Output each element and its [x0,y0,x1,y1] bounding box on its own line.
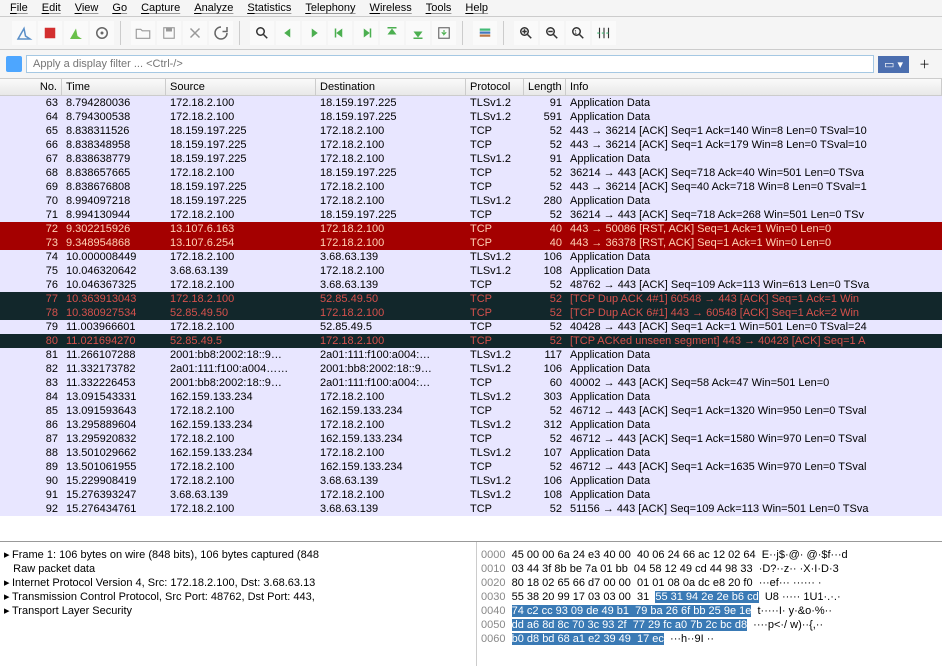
menu-go[interactable]: Go [112,2,127,14]
packet-list-header: No. Time Source Destination Protocol Len… [0,79,942,96]
packet-row[interactable]: 688.838657665172.18.2.10018.159.197.225T… [0,166,942,180]
apply-filter-button[interactable]: ▭ ▾ [878,56,909,73]
close-icon[interactable] [183,21,207,45]
bottom-panels: ▸Frame 1: 106 bytes on wire (848 bits), … [0,541,942,666]
find-icon[interactable] [250,21,274,45]
packet-row[interactable]: 9115.2763932473.68.63.139172.18.2.100TLS… [0,488,942,502]
toolbar: 1 [0,17,942,50]
menu-tools[interactable]: Tools [426,2,452,14]
hex-row[interactable]: 0040 74 c2 cc 93 09 de 49 b1 79 ba 26 6f… [481,604,938,618]
bookmark-icon[interactable] [6,56,22,72]
packet-row[interactable]: 7911.003966601172.18.2.10052.85.49.5TCP5… [0,320,942,334]
packet-row[interactable]: 718.994130944172.18.2.10018.159.197.225T… [0,208,942,222]
hex-dump[interactable]: 0000 45 00 00 6a 24 e3 40 00 40 06 24 66… [477,542,942,666]
zoom-reset-icon[interactable]: 1 [566,21,590,45]
tree-item[interactable]: ▸Transmission Control Protocol, Src Port… [4,590,472,604]
tree-item[interactable]: ▸Frame 1: 106 bytes on wire (848 bits), … [4,548,472,562]
hex-row[interactable]: 0030 55 38 20 99 17 03 03 00 31 55 31 94… [481,590,938,604]
packet-row[interactable]: 8513.091593643172.18.2.100162.159.133.23… [0,404,942,418]
menu-edit[interactable]: Edit [42,2,61,14]
reload-icon[interactable] [209,21,233,45]
zoom-in-icon[interactable] [514,21,538,45]
col-time[interactable]: Time [62,79,166,95]
menu-file[interactable]: File [10,2,28,14]
menubar: File Edit View Go Capture Analyze Statistics Te… [0,0,942,17]
hex-row[interactable]: 0050 dd a6 8d 8c 70 3c 93 2f 77 29 fc a0… [481,618,938,632]
tree-item[interactable]: Raw packet data [4,562,472,576]
display-filter-input[interactable] [26,55,874,73]
hex-row[interactable]: 0000 45 00 00 6a 24 e3 40 00 40 06 24 66… [481,548,938,562]
packet-row[interactable]: 7610.046367325172.18.2.1003.68.63.139TCP… [0,278,942,292]
hex-row[interactable]: 0010 03 44 3f 8b be 7a 01 bb 04 58 12 49… [481,562,938,576]
filter-plus-button[interactable]: ＋ [913,54,936,74]
packet-row[interactable]: 648.794300538172.18.2.10018.159.197.225T… [0,110,942,124]
packet-row[interactable]: 729.30221592613.107.6.163172.18.2.100TCP… [0,222,942,236]
packet-row[interactable]: 8913.501061955172.18.2.100162.159.133.23… [0,460,942,474]
menu-capture[interactable]: Capture [141,2,180,14]
packet-list-body[interactable]: 638.794280036172.18.2.10018.159.197.225T… [0,96,942,541]
packet-row[interactable]: 678.83863877918.159.197.225172.18.2.100T… [0,152,942,166]
packet-row[interactable]: 739.34895486813.107.6.254172.18.2.100TCP… [0,236,942,250]
packet-row[interactable]: 9015.229908419172.18.2.1003.68.63.139TLS… [0,474,942,488]
packet-row[interactable]: 8311.3322264532001:bb8:2002:18::9…2a01:1… [0,376,942,390]
hex-row[interactable]: 0020 80 18 02 65 66 d7 00 00 01 01 08 0a… [481,576,938,590]
options-icon[interactable] [90,21,114,45]
go-to-first-icon[interactable] [380,21,404,45]
stop-icon[interactable] [38,21,62,45]
open-icon[interactable] [131,21,155,45]
packet-row[interactable]: 9215.276434761172.18.2.1003.68.63.139TCP… [0,502,942,516]
col-len[interactable]: Length [524,79,566,95]
packet-row[interactable]: 7810.38092753452.85.49.50172.18.2.100TCP… [0,306,942,320]
packet-row[interactable]: 668.83834895818.159.197.225172.18.2.100T… [0,138,942,152]
packet-row[interactable]: 7410.000008449172.18.2.1003.68.63.139TLS… [0,250,942,264]
col-dst[interactable]: Destination [316,79,466,95]
save-icon[interactable] [157,21,181,45]
next-icon[interactable] [302,21,326,45]
col-info[interactable]: Info [566,79,942,95]
col-src[interactable]: Source [166,79,316,95]
packet-row[interactable]: 708.99409721818.159.197.225172.18.2.100T… [0,194,942,208]
packet-list: No. Time Source Destination Protocol Len… [0,79,942,541]
prev-icon[interactable] [276,21,300,45]
menu-help[interactable]: Help [465,2,488,14]
jump-prev-icon[interactable] [328,21,352,45]
packet-row[interactable]: 8813.501029662162.159.133.234172.18.2.10… [0,446,942,460]
packet-row[interactable]: 7710.363913043172.18.2.10052.85.49.50TCP… [0,292,942,306]
menu-telephony[interactable]: Telephony [305,2,355,14]
auto-scroll-icon[interactable] [432,21,456,45]
tree-item[interactable]: ▸Internet Protocol Version 4, Src: 172.1… [4,576,472,590]
colorize-icon[interactable] [473,21,497,45]
col-proto[interactable]: Protocol [466,79,524,95]
packet-row[interactable]: 658.83831152618.159.197.225172.18.2.100T… [0,124,942,138]
restart-icon[interactable] [64,21,88,45]
menu-view[interactable]: View [75,2,99,14]
resize-cols-icon[interactable] [592,21,616,45]
packet-row[interactable]: 8111.2661072882001:bb8:2002:18::9…2a01:1… [0,348,942,362]
filter-bar: ▭ ▾ ＋ [0,50,942,79]
hex-row[interactable]: 0060 b0 d8 bd 68 a1 e2 39 49 17 ec ···h·… [481,632,938,646]
menu-wireless[interactable]: Wireless [370,2,412,14]
col-no[interactable]: No. [0,79,62,95]
menu-analyze[interactable]: Analyze [194,2,233,14]
jump-next-icon[interactable] [354,21,378,45]
svg-text:1: 1 [574,30,577,36]
packet-row[interactable]: 8713.295920832172.18.2.100162.159.133.23… [0,432,942,446]
packet-row[interactable]: 8211.3321737822a01:111:f100:a004……2001:b… [0,362,942,376]
packet-row[interactable]: 698.83867680818.159.197.225172.18.2.100T… [0,180,942,194]
packet-row[interactable]: 8613.295889604162.159.133.234172.18.2.10… [0,418,942,432]
packet-row[interactable]: 8011.02169427052.85.49.5172.18.2.100TCP5… [0,334,942,348]
tree-item[interactable]: ▸Transport Layer Security [4,604,472,618]
packet-row[interactable]: 638.794280036172.18.2.10018.159.197.225T… [0,96,942,110]
zoom-out-icon[interactable] [540,21,564,45]
packet-tree[interactable]: ▸Frame 1: 106 bytes on wire (848 bits), … [0,542,477,666]
go-to-last-icon[interactable] [406,21,430,45]
shark-fin-icon[interactable] [12,21,36,45]
menu-statistics[interactable]: Statistics [247,2,291,14]
packet-row[interactable]: 8413.091543331162.159.133.234172.18.2.10… [0,390,942,404]
packet-row[interactable]: 7510.0463206423.68.63.139172.18.2.100TLS… [0,264,942,278]
